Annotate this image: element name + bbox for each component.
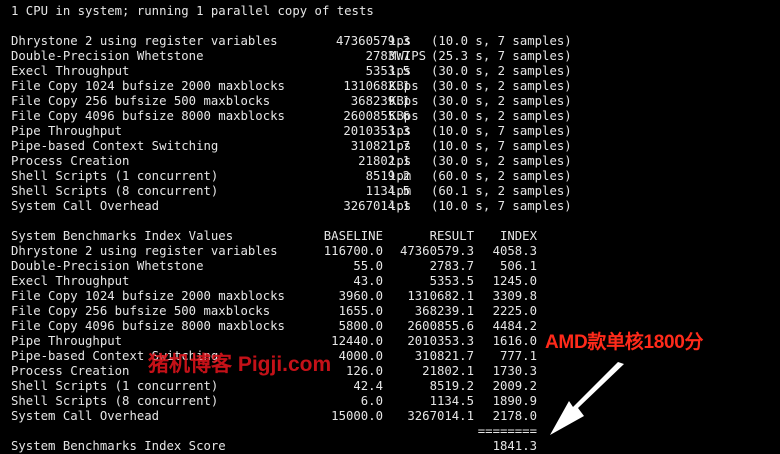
- index-value: 1616.0: [492, 334, 537, 348]
- perf-test-name: Pipe-based Context Switching: [11, 139, 219, 153]
- perf-detail: (10.0 s, 7 samples): [431, 124, 572, 138]
- perf-test-name: Process Creation: [11, 154, 130, 168]
- index-test-name: Process Creation: [11, 364, 130, 378]
- perf-unit: lpm: [389, 169, 412, 183]
- header-line: 1 CPU in system; running 1 parallel copy…: [11, 4, 374, 18]
- index-result: 47360579.3: [399, 244, 474, 258]
- index-result: 310821.7: [414, 349, 474, 363]
- index-value: 1245.0: [492, 274, 537, 288]
- index-result: 2010353.3: [407, 334, 474, 348]
- index-test-name: File Copy 1024 bufsize 2000 maxblocks: [11, 289, 285, 303]
- index-result: 368239.1: [414, 304, 474, 318]
- perf-unit: lps: [389, 154, 412, 168]
- perf-detail: (60.1 s, 2 samples): [431, 184, 572, 198]
- index-baseline: 15000.0: [331, 409, 383, 423]
- index-result: 1310682.1: [407, 289, 474, 303]
- index-result: 2783.7: [429, 259, 474, 273]
- perf-detail: (30.0 s, 2 samples): [431, 64, 572, 78]
- separator-rule: ========: [477, 424, 537, 438]
- watermark: 猪机博客 Pigji.com: [148, 353, 332, 376]
- perf-unit: KBps: [389, 94, 419, 108]
- perf-unit: lps: [389, 199, 412, 213]
- index-result: 5353.5: [429, 274, 474, 288]
- perf-test-name: Shell Scripts (1 concurrent): [11, 169, 219, 183]
- index-result: 8519.2: [429, 379, 474, 393]
- perf-unit: lps: [389, 64, 412, 78]
- index-result: 21802.1: [422, 364, 474, 378]
- perf-test-name: Shell Scripts (8 concurrent): [11, 184, 219, 198]
- index-test-name: Shell Scripts (1 concurrent): [11, 379, 219, 393]
- index-test-name: Pipe Throughput: [11, 334, 123, 348]
- index-value: 777.1: [499, 349, 537, 363]
- index-table-title: System Benchmarks Index Values: [11, 229, 234, 243]
- index-baseline: 6.0: [360, 394, 383, 408]
- index-value: 2009.2: [492, 379, 537, 393]
- index-baseline: 12440.0: [331, 334, 383, 348]
- perf-detail: (10.0 s, 7 samples): [431, 34, 572, 48]
- index-value: 2178.0: [492, 409, 537, 423]
- perf-test-name: Dhrystone 2 using register variables: [11, 34, 278, 48]
- perf-detail: (30.0 s, 2 samples): [431, 79, 572, 93]
- index-value: 1890.9: [492, 394, 537, 408]
- terminal-window: 1 CPU in system; running 1 parallel copy…: [0, 0, 780, 453]
- perf-test-name: File Copy 1024 bufsize 2000 maxblocks: [11, 79, 285, 93]
- annotation-label: AMD款单核1800分: [545, 332, 704, 353]
- index-baseline: 43.0: [353, 274, 383, 288]
- col-result-header: RESULT: [429, 229, 474, 243]
- index-value: 2225.0: [492, 304, 537, 318]
- index-test-name: File Copy 4096 bufsize 8000 maxblocks: [11, 319, 285, 333]
- perf-unit: lps: [389, 34, 412, 48]
- index-baseline: 1655.0: [338, 304, 383, 318]
- index-baseline: 42.4: [353, 379, 383, 393]
- index-value: 4484.2: [492, 319, 537, 333]
- perf-test-name: File Copy 256 bufsize 500 maxblocks: [11, 94, 271, 108]
- perf-detail: (30.0 s, 2 samples): [431, 154, 572, 168]
- perf-detail: (25.3 s, 7 samples): [431, 49, 572, 63]
- perf-unit: KBps: [389, 109, 419, 123]
- index-test-name: File Copy 256 bufsize 500 maxblocks: [11, 304, 271, 318]
- perf-test-name: Double-Precision Whetstone: [11, 49, 204, 63]
- index-result: 1134.5: [429, 394, 474, 408]
- index-value: 3309.8: [492, 289, 537, 303]
- perf-unit: KBps: [389, 79, 419, 93]
- index-baseline: 55.0: [353, 259, 383, 273]
- perf-test-name: Pipe Throughput: [11, 124, 123, 138]
- perf-unit: lps: [389, 139, 412, 153]
- index-value: 1730.3: [492, 364, 537, 378]
- perf-detail: (30.0 s, 2 samples): [431, 109, 572, 123]
- perf-detail: (10.0 s, 7 samples): [431, 199, 572, 213]
- perf-test-name: Execl Throughput: [11, 64, 130, 78]
- index-baseline: 3960.0: [338, 289, 383, 303]
- index-test-name: System Call Overhead: [11, 409, 160, 423]
- score-label: System Benchmarks Index Score: [11, 439, 226, 453]
- index-value: 506.1: [499, 259, 537, 273]
- arrow-icon: [550, 362, 624, 435]
- col-index-header: INDEX: [499, 229, 537, 243]
- index-baseline: 116700.0: [323, 244, 383, 258]
- index-test-name: Double-Precision Whetstone: [11, 259, 204, 273]
- index-value: 4058.3: [492, 244, 537, 258]
- col-baseline-header: BASELINE: [323, 229, 383, 243]
- index-result: 2600855.6: [407, 319, 474, 333]
- index-test-name: Execl Throughput: [11, 274, 130, 288]
- perf-unit: lps: [389, 124, 412, 138]
- score-value: 1841.3: [492, 439, 537, 453]
- perf-test-name: System Call Overhead: [11, 199, 160, 213]
- index-test-name: Dhrystone 2 using register variables: [11, 244, 278, 258]
- index-test-name: Shell Scripts (8 concurrent): [11, 394, 219, 408]
- index-result: 3267014.1: [407, 409, 474, 423]
- perf-unit: lpm: [389, 184, 412, 198]
- perf-detail: (60.0 s, 2 samples): [431, 169, 572, 183]
- perf-test-name: File Copy 4096 bufsize 8000 maxblocks: [11, 109, 285, 123]
- perf-detail: (30.0 s, 2 samples): [431, 94, 572, 108]
- perf-unit: MWIPS: [389, 49, 427, 63]
- perf-detail: (10.0 s, 7 samples): [431, 139, 572, 153]
- index-baseline: 5800.0: [338, 319, 383, 333]
